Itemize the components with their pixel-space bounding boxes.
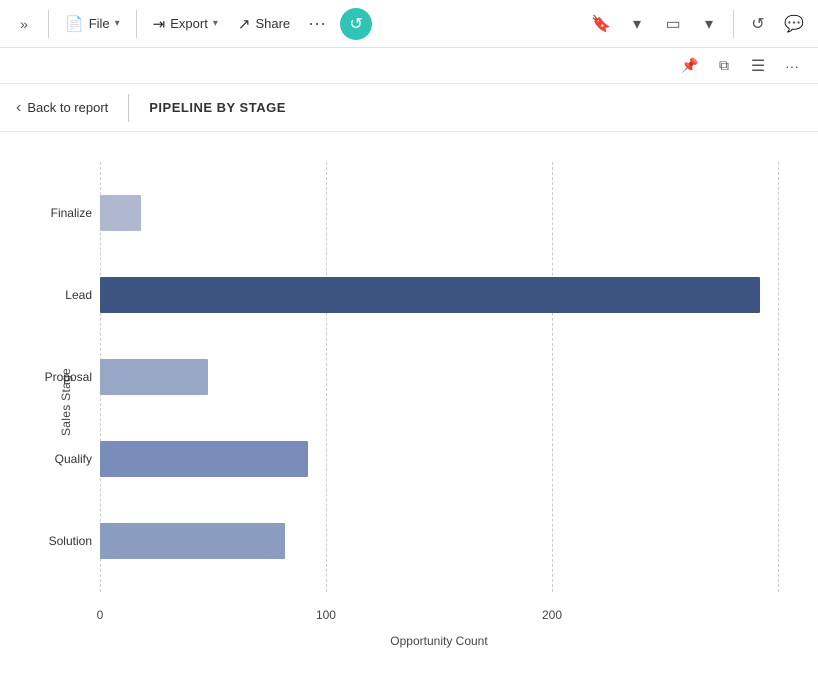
layout-chevron-button[interactable]: ▾	[693, 8, 725, 40]
bar-fill-qualify[interactable]	[100, 441, 308, 477]
pin-icon: 📌	[681, 57, 698, 74]
file-label: File	[89, 16, 110, 31]
bar-row-proposal: Proposal	[100, 347, 778, 407]
x-axis-label: Opportunity Count	[100, 634, 778, 648]
bar-label-finalize: Finalize	[51, 206, 92, 220]
bar-fill-finalize[interactable]	[100, 195, 141, 231]
layout-chevron-icon: ▾	[705, 14, 713, 34]
chart-container: Sales Stage FinalizeLeadProposalQualifyS…	[20, 152, 798, 652]
file-button[interactable]: 📄 File ▾	[57, 8, 128, 40]
more-icon: ···	[308, 13, 326, 33]
breadcrumb-row: ‹ Back to report PIPELINE BY STAGE	[0, 84, 818, 132]
refresh-button[interactable]: ↺	[340, 8, 372, 40]
bookmark-button[interactable]: 🔖	[585, 8, 617, 40]
refresh-icon: ↺	[349, 14, 362, 34]
export-chevron-icon: ▾	[213, 18, 218, 29]
breadcrumb-divider	[128, 94, 129, 122]
share-button[interactable]: ↗ Share	[230, 8, 298, 40]
secondary-toolbar: 📌 ⧉ ☰ ···	[0, 48, 818, 84]
toolbar-divider-1	[48, 10, 49, 38]
bar-row-finalize: Finalize	[100, 183, 778, 243]
file-icon: 📄	[65, 15, 84, 33]
bar-label-lead: Lead	[65, 288, 92, 302]
comment-icon: 💬	[784, 14, 804, 34]
copy-icon: ⧉	[719, 57, 729, 74]
bar-label-qualify: Qualify	[55, 452, 92, 466]
x-tick-200: 200	[542, 608, 562, 622]
bar-fill-proposal[interactable]	[100, 359, 208, 395]
chart-area: Sales Stage FinalizeLeadProposalQualifyS…	[0, 132, 818, 662]
export-button[interactable]: ⇥ Export ▾	[145, 8, 226, 40]
export-label: Export	[170, 16, 208, 31]
bar-label-proposal: Proposal	[45, 370, 92, 384]
layout-button[interactable]: ▭	[657, 8, 689, 40]
expand-button[interactable]: »	[8, 8, 40, 40]
filter-icon: ☰	[751, 56, 765, 76]
bar-track-lead[interactable]	[100, 275, 778, 315]
x-tick-100: 100	[316, 608, 336, 622]
pin-button[interactable]: 📌	[676, 52, 704, 80]
toolbar-divider-2	[136, 10, 137, 38]
visual-more-icon: ···	[785, 58, 799, 74]
reload-icon: ↺	[751, 14, 764, 34]
reload-button[interactable]: ↺	[742, 8, 774, 40]
bookmark-chevron-icon: ▾	[633, 14, 641, 34]
back-to-report-label: Back to report	[27, 100, 108, 115]
more-button[interactable]: ···	[302, 8, 332, 39]
share-label: Share	[255, 16, 290, 31]
comment-button[interactable]: 💬	[778, 8, 810, 40]
expand-icon: »	[20, 16, 28, 32]
share-icon: ↗	[238, 15, 251, 33]
toolbar-divider-3	[733, 10, 734, 38]
bar-track-proposal[interactable]	[100, 357, 778, 397]
bar-track-solution[interactable]	[100, 521, 778, 561]
bar-track-qualify[interactable]	[100, 439, 778, 479]
x-tick-0: 0	[97, 608, 104, 622]
export-icon: ⇥	[153, 15, 166, 33]
layout-icon: ▭	[665, 14, 680, 34]
back-to-report-link[interactable]: ‹ Back to report	[16, 99, 108, 117]
gridline-300	[778, 162, 779, 592]
page-title: PIPELINE BY STAGE	[149, 100, 286, 115]
back-arrow-icon: ‹	[16, 99, 21, 117]
visual-more-button[interactable]: ···	[778, 52, 806, 80]
bookmark-icon: 🔖	[591, 14, 611, 34]
main-toolbar: » 📄 File ▾ ⇥ Export ▾ ↗ Share ··· ↺ 🔖 ▾ …	[0, 0, 818, 48]
filter-button[interactable]: ☰	[744, 52, 772, 80]
toolbar-right: 🔖 ▾ ▭ ▾ ↺ 💬	[585, 8, 810, 40]
bar-row-solution: Solution	[100, 511, 778, 571]
bookmark-chevron-button[interactable]: ▾	[621, 8, 653, 40]
bars-container: Finalize Lead Proposal Qualify Solution	[100, 162, 778, 592]
x-axis: 0 100 200	[100, 604, 778, 624]
bar-fill-solution[interactable]	[100, 523, 285, 559]
bar-row-lead: Lead	[100, 265, 778, 325]
copy-visual-button[interactable]: ⧉	[710, 52, 738, 80]
bar-track-finalize[interactable]	[100, 193, 778, 233]
bar-fill-lead[interactable]	[100, 277, 760, 313]
file-chevron-icon: ▾	[115, 18, 120, 29]
chart-plot-area: Finalize Lead Proposal Qualify Solution	[100, 162, 778, 592]
bar-row-qualify: Qualify	[100, 429, 778, 489]
bar-label-solution: Solution	[49, 534, 92, 548]
